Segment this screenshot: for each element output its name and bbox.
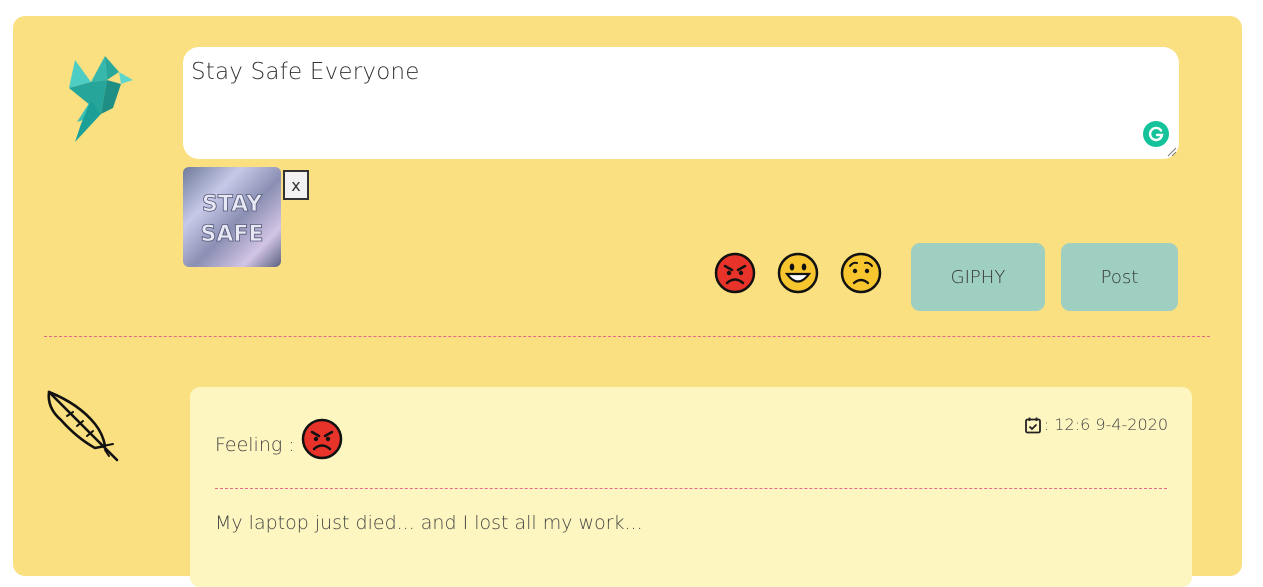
bird-logo-icon bbox=[69, 56, 133, 142]
angry-emoji-button[interactable] bbox=[713, 251, 757, 295]
angry-face-icon bbox=[301, 418, 343, 460]
feeling-label: Feeling : bbox=[215, 434, 295, 456]
worried-emoji-button[interactable] bbox=[839, 251, 883, 295]
post-body: My laptop just died... and I lost all my… bbox=[215, 512, 643, 534]
svg-text:STAY: STAY bbox=[202, 192, 263, 217]
remove-attachment-button[interactable]: x bbox=[283, 170, 309, 200]
section-divider bbox=[44, 336, 1210, 337]
resize-handle-icon[interactable] bbox=[1167, 147, 1177, 157]
grinning-emoji-button[interactable] bbox=[776, 251, 820, 295]
attachment-thumbnail: STAY SAFE bbox=[183, 167, 281, 267]
svg-text:SAFE: SAFE bbox=[201, 222, 264, 247]
post-button[interactable]: Post bbox=[1061, 243, 1178, 311]
compose-textarea[interactable]: Stay Safe Everyone bbox=[183, 47, 1179, 159]
feed-panel: Stay Safe Everyone STAY SAFE x GIPHY Pos… bbox=[13, 16, 1242, 587]
compose-text: Stay Safe Everyone bbox=[191, 59, 420, 85]
grammarly-icon[interactable] bbox=[1143, 121, 1169, 147]
timestamp-text: : 12:6 9-4-2020 bbox=[1043, 415, 1168, 434]
giphy-button[interactable]: GIPHY bbox=[911, 243, 1045, 311]
calendar-check-icon bbox=[1024, 417, 1041, 433]
post-timestamp: : 12:6 9-4-2020 bbox=[1024, 415, 1168, 434]
post-card: Feeling : : 12:6 9-4-2020 My laptop just… bbox=[190, 387, 1192, 587]
post-divider bbox=[215, 488, 1167, 489]
feather-icon bbox=[47, 390, 119, 462]
